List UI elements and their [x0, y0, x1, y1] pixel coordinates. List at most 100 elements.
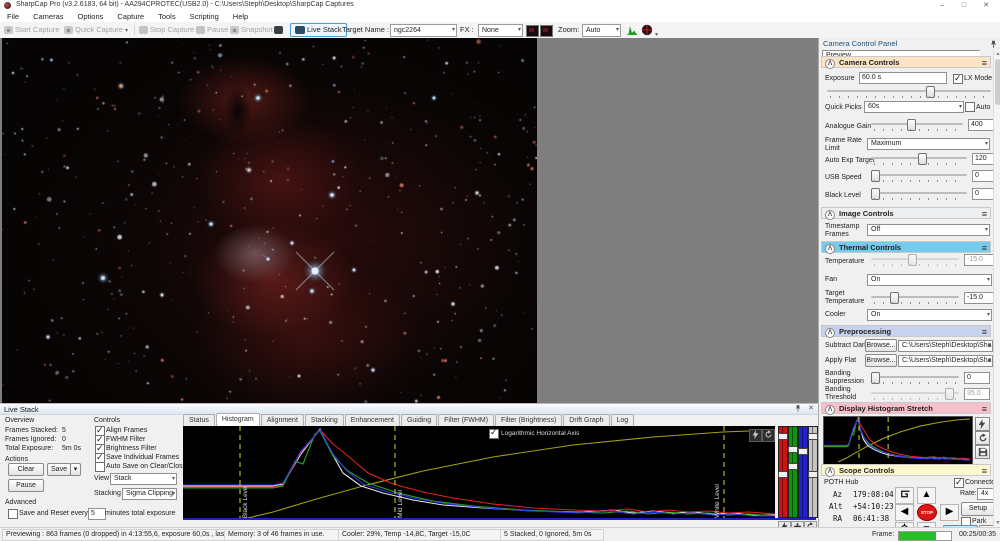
- reticle-tool-button[interactable]: ▾: [641, 24, 658, 38]
- scope-setup-button[interactable]: Setup: [961, 502, 995, 516]
- collapse-icon[interactable]: ᐱ: [825, 243, 835, 254]
- scroll-up-icon[interactable]: ▲: [994, 50, 1000, 58]
- banding-suppression-value[interactable]: 0: [964, 372, 990, 384]
- exposure-slider[interactable]: [827, 86, 991, 98]
- pause-button[interactable]: Pause: [196, 24, 228, 36]
- tab-histogram[interactable]: Histogram: [215, 413, 260, 427]
- snapshot-button[interactable]: Snapshot: [230, 24, 273, 36]
- hist-line-label-black-level[interactable]: Black Level: [242, 485, 249, 518]
- stop-capture-button[interactable]: Stop Capture: [139, 24, 194, 36]
- menu-item-file[interactable]: File: [0, 11, 26, 22]
- slew-right-button[interactable]: ▶: [940, 504, 959, 521]
- clear-button[interactable]: Clear: [8, 463, 44, 476]
- quick-picks-combo[interactable]: 60s ▾: [864, 101, 964, 113]
- timestamp-frames-combo[interactable]: Off ▾: [867, 224, 990, 236]
- target-temperature-value[interactable]: -15.0: [964, 292, 994, 304]
- quick-capture-button[interactable]: Quick Capture ▾: [64, 24, 128, 36]
- save-reset-minutes-spinner[interactable]: 5: [88, 508, 106, 520]
- section-menu-icon[interactable]: ≡: [982, 208, 987, 220]
- save-button[interactable]: Save: [47, 463, 71, 476]
- fx-combo[interactable]: None ▾: [478, 24, 523, 37]
- scroll-down-icon[interactable]: ▼: [994, 519, 1000, 527]
- panel-scrollbar[interactable]: ▲ ▼: [993, 50, 1000, 527]
- section-menu-icon[interactable]: ≡: [982, 403, 987, 415]
- collapse-icon[interactable]: ᐱ: [825, 327, 835, 338]
- save-stretch-button[interactable]: [975, 445, 990, 459]
- subtract-dark-combo[interactable]: C:\Users\Steph\Desktop\Shar... ▾: [898, 340, 993, 352]
- view-combo[interactable]: Stack ▾: [110, 473, 177, 485]
- live-view-toggle[interactable]: [274, 24, 285, 36]
- colour-space-icon[interactable]: [540, 25, 553, 37]
- maximize-button[interactable]: □: [956, 0, 972, 11]
- apply-flat-browse-button[interactable]: Browse...: [865, 354, 897, 367]
- pause-stack-button[interactable]: Pause: [8, 479, 44, 492]
- section-menu-icon[interactable]: ≡: [982, 326, 987, 338]
- slew-left-button[interactable]: ◀: [895, 504, 914, 521]
- start-capture-button[interactable]: Start Capture: [4, 24, 60, 36]
- menu-item-capture[interactable]: Capture: [110, 11, 151, 22]
- exposure-input[interactable]: 60.0 s: [859, 72, 947, 84]
- hist-auto-stretch-button[interactable]: [749, 429, 762, 442]
- menu-item-tools[interactable]: Tools: [151, 11, 183, 22]
- section-scope-controls[interactable]: ᐱ Scope Controls ≡: [821, 464, 991, 477]
- panel-pin-icon[interactable]: [794, 404, 802, 415]
- subtract-dark-browse-button[interactable]: Browse...: [865, 339, 897, 352]
- auto-exp-target-slider[interactable]: [871, 153, 967, 165]
- scope-connected-checkbox[interactable]: [954, 477, 964, 488]
- collapse-icon[interactable]: ᐱ: [825, 466, 835, 477]
- hist-line-label-mid-level[interactable]: Mid Level: [397, 490, 404, 518]
- auto-save-checkbox[interactable]: [95, 462, 105, 472]
- lx-mode-checkbox[interactable]: [953, 73, 963, 84]
- section-preprocessing[interactable]: ᐱ Preprocessing ≡: [821, 325, 991, 338]
- save-reset-checkbox[interactable]: [8, 509, 18, 519]
- green-level-slider[interactable]: [788, 426, 798, 518]
- black-level-slider[interactable]: [870, 188, 967, 200]
- target-temperature-slider[interactable]: [871, 292, 959, 304]
- display-stretch-histogram[interactable]: [823, 416, 973, 465]
- white-balance-icon[interactable]: [526, 25, 539, 37]
- banding-suppression-slider[interactable]: [870, 372, 959, 384]
- section-menu-icon[interactable]: ≡: [982, 465, 987, 477]
- menu-item-options[interactable]: Options: [71, 11, 111, 22]
- target-name-combo[interactable]: ngc2264 ▾: [390, 24, 457, 37]
- slew-up-button[interactable]: ▲: [917, 487, 936, 504]
- gray-level-slider[interactable]: [808, 426, 818, 518]
- stop-slew-button[interactable]: STOP: [917, 504, 937, 521]
- section-menu-icon[interactable]: ≡: [982, 57, 987, 69]
- menu-item-cameras[interactable]: Cameras: [26, 11, 70, 22]
- gain-slider[interactable]: [871, 119, 963, 131]
- histogram-tool-button[interactable]: [626, 24, 638, 36]
- close-button[interactable]: ✕: [978, 0, 994, 11]
- section-camera-controls[interactable]: ᐱ Camera Controls ≡: [821, 56, 991, 69]
- menu-item-help[interactable]: Help: [226, 11, 255, 22]
- scrollbar-thumb[interactable]: [995, 59, 1000, 105]
- gain-value[interactable]: 400: [968, 119, 996, 131]
- collapse-icon[interactable]: ᐱ: [825, 209, 835, 220]
- auto-stretch-button[interactable]: [975, 417, 990, 431]
- section-image-controls[interactable]: ᐱ Image Controls ≡: [821, 207, 991, 220]
- section-display-histogram-stretch[interactable]: ᐱ Display Histogram Stretch ≡: [821, 402, 991, 415]
- save-dropdown-button[interactable]: ▾: [70, 463, 81, 476]
- zoom-combo[interactable]: Auto ▾: [582, 24, 621, 37]
- fan-combo[interactable]: On ▾: [867, 274, 992, 286]
- hist-line-label-white-level[interactable]: White Level: [714, 484, 721, 518]
- stacking-combo[interactable]: Sigma Clipping ▾: [122, 488, 177, 500]
- panel-close-icon[interactable]: ✕: [808, 404, 814, 412]
- spiral-search-button[interactable]: [895, 487, 914, 504]
- apply-flat-combo[interactable]: C:\Users\Steph\Desktop\Shar... ▾: [898, 355, 993, 367]
- collapse-icon[interactable]: ᐱ: [825, 58, 835, 69]
- reset-stretch-button[interactable]: [975, 431, 990, 445]
- live-stack-button[interactable]: Live Stack: [290, 23, 347, 37]
- blue-level-slider[interactable]: [798, 426, 808, 518]
- auto-exposure-checkbox[interactable]: [965, 102, 975, 112]
- minimize-button[interactable]: –: [934, 0, 950, 11]
- cooler-combo[interactable]: On ▾: [867, 309, 992, 321]
- section-thermal-controls[interactable]: ᐱ Thermal Controls ≡: [821, 241, 991, 254]
- menu-item-scripting[interactable]: Scripting: [183, 11, 226, 22]
- usb-speed-slider[interactable]: [870, 170, 967, 182]
- log-axis-checkbox[interactable]: [489, 428, 499, 439]
- red-level-slider[interactable]: [778, 426, 788, 518]
- hist-reset-button[interactable]: [762, 429, 775, 442]
- collapse-icon[interactable]: ᐱ: [825, 404, 835, 415]
- section-menu-icon[interactable]: ≡: [982, 242, 987, 254]
